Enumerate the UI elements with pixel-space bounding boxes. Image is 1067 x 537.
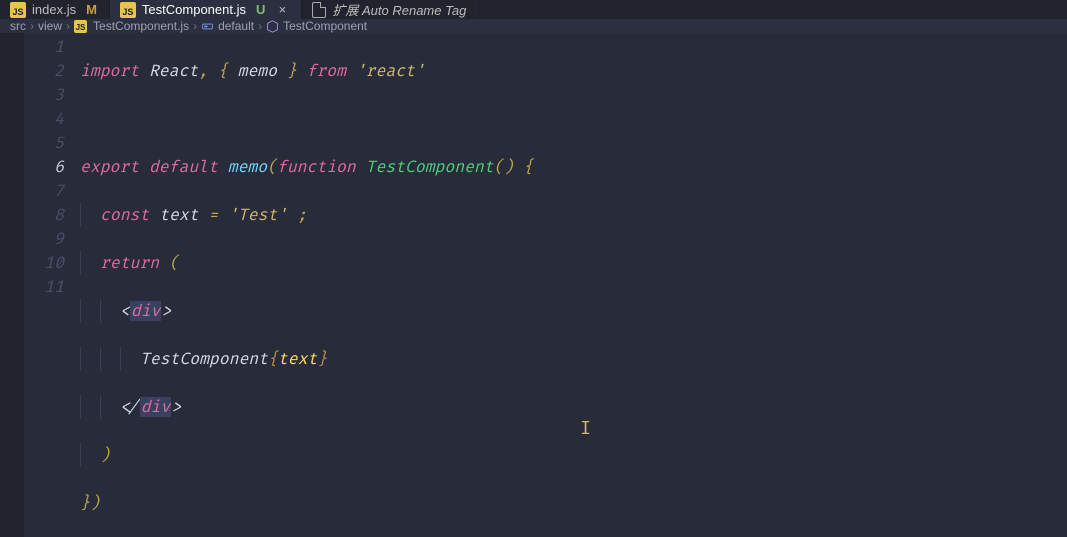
symbol-icon <box>201 20 214 33</box>
component-icon <box>266 20 279 33</box>
tab-index-js[interactable]: JS index.js M <box>0 0 110 19</box>
line-number: 5 <box>24 131 64 155</box>
code-line: </div> <box>80 395 1067 419</box>
line-number: 3 <box>24 83 64 107</box>
code-line: TestComponent{text} <box>80 347 1067 371</box>
activity-bar-stub <box>0 33 24 537</box>
line-number: 8 <box>24 203 64 227</box>
tab-label: 扩展 Auto Rename Tag <box>332 0 466 19</box>
tab-testcomponent-js[interactable]: JS TestComponent.js U × <box>110 0 302 19</box>
line-number: 7 <box>24 179 64 203</box>
breadcrumb-seg[interactable]: TestComponent.js <box>93 19 189 33</box>
tab-label: index.js <box>32 2 76 17</box>
code-line: export default memo(function TestCompone… <box>80 155 1067 179</box>
js-icon: JS <box>74 20 87 33</box>
text-cursor-icon: I <box>580 417 591 441</box>
git-status-u: U <box>256 2 265 17</box>
code-line: import React, { memo } from 'react' <box>80 59 1067 83</box>
tab-extension-auto-rename[interactable]: 扩展 Auto Rename Tag <box>302 0 479 19</box>
tab-label: TestComponent.js <box>142 2 246 17</box>
breadcrumb-seg[interactable]: src <box>10 19 26 33</box>
breadcrumb-seg[interactable]: view <box>38 19 62 33</box>
chevron-right-icon: › <box>66 19 70 33</box>
breadcrumb-seg[interactable]: TestComponent <box>283 19 367 33</box>
code-area[interactable]: import React, { memo } from 'react' expo… <box>80 33 1067 537</box>
line-number: 4 <box>24 107 64 131</box>
breadcrumb-seg[interactable]: default <box>218 19 254 33</box>
line-number: 2 <box>24 59 64 83</box>
code-line <box>80 107 1067 131</box>
code-line: ) <box>80 443 1067 467</box>
chevron-right-icon: › <box>30 19 34 33</box>
line-number: 11 <box>24 275 64 299</box>
line-number: 6 <box>24 155 64 179</box>
file-icon <box>312 2 326 18</box>
chevron-right-icon: › <box>258 19 262 33</box>
git-status-m: M <box>86 2 97 17</box>
js-icon: JS <box>10 2 26 18</box>
line-number: 10 <box>24 251 64 275</box>
code-line: const text = 'Test' ; <box>80 203 1067 227</box>
chevron-right-icon: › <box>193 19 197 33</box>
line-number: 9 <box>24 227 64 251</box>
close-icon[interactable]: × <box>275 3 289 17</box>
line-number-gutter: 1 2 3 4 5 6 7 8 9 10 11 <box>24 33 80 537</box>
code-line: }) <box>80 491 1067 515</box>
js-icon: JS <box>120 2 136 18</box>
code-line: return ( <box>80 251 1067 275</box>
line-number: 1 <box>24 35 64 59</box>
tab-bar: JS index.js M JS TestComponent.js U × 扩展… <box>0 0 1067 19</box>
code-line: <div> <box>80 299 1067 323</box>
breadcrumb: src › view › JS TestComponent.js › defau… <box>0 19 1067 33</box>
editor[interactable]: 1 2 3 4 5 6 7 8 9 10 11 import React, { … <box>0 33 1067 537</box>
